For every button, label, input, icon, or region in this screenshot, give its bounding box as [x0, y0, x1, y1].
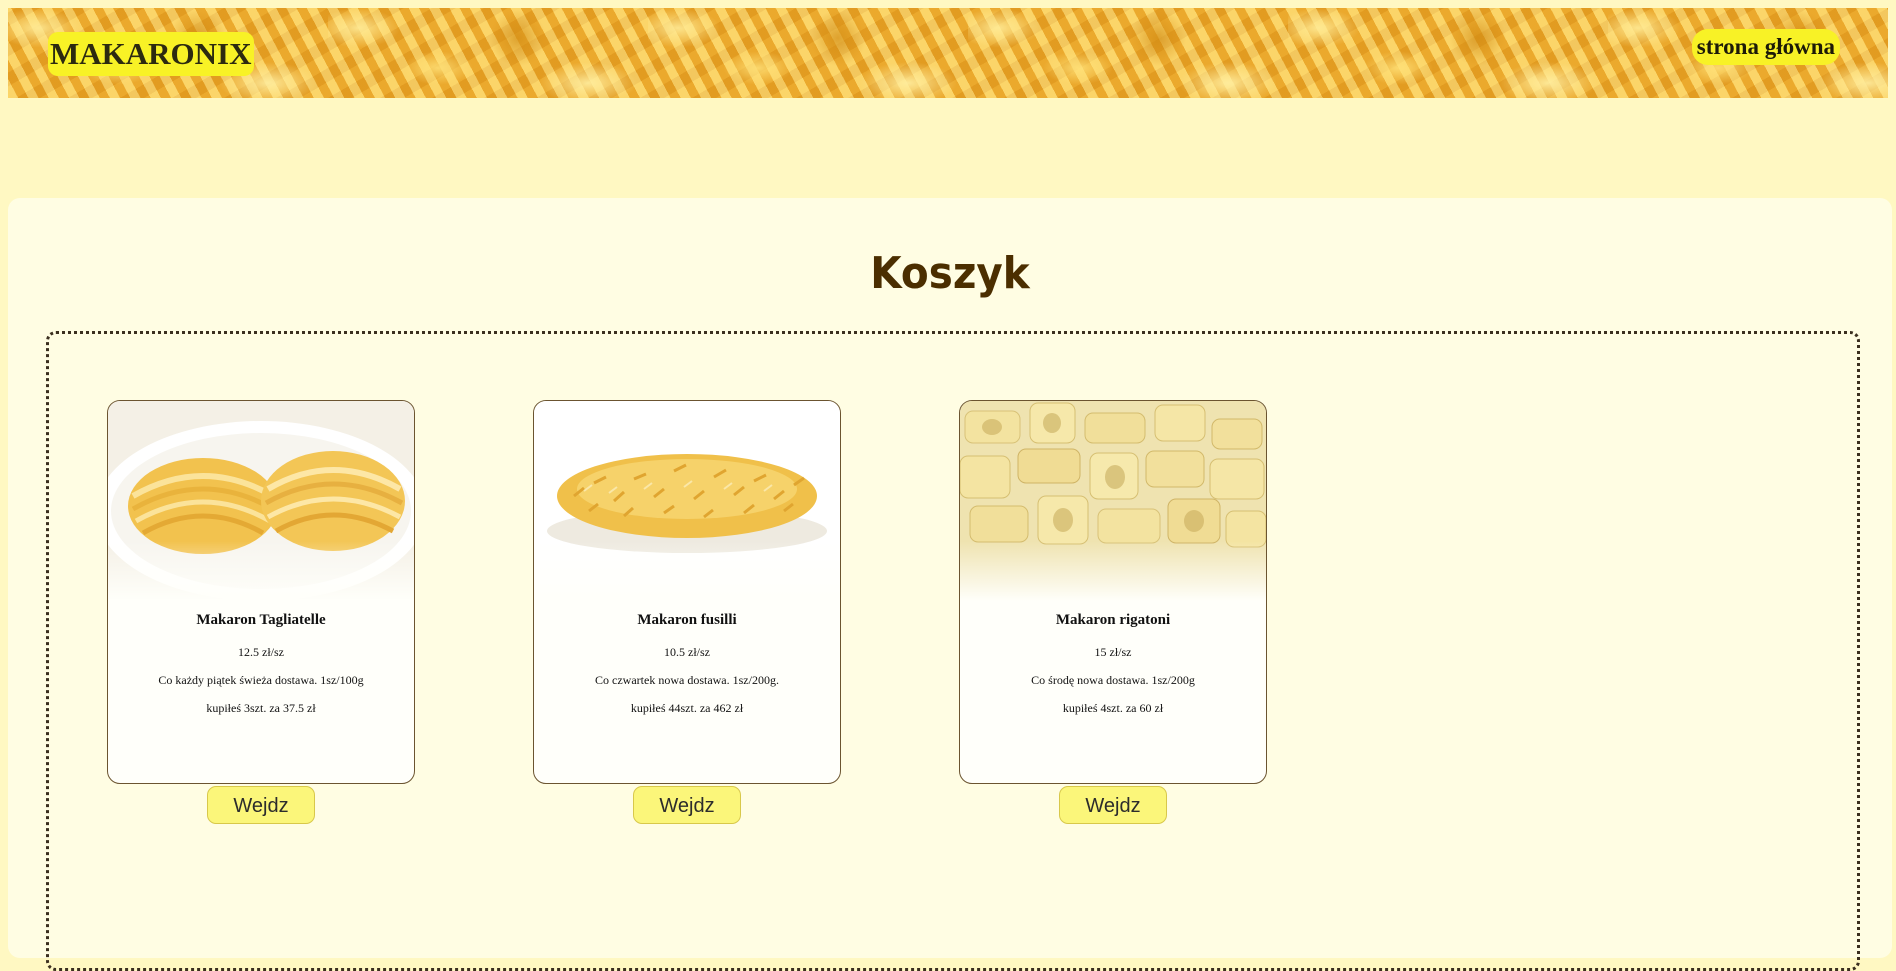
product-description: Co każdy piątek świeża dostawa. 1sz/100g: [158, 673, 364, 687]
tagliatelle-image: [108, 401, 414, 601]
product-price: 10.5 zł/sz: [664, 645, 710, 659]
product-price: 15 zł/sz: [1094, 645, 1132, 659]
product-card-fusilli: Makaron fusilli 10.5 zł/sz Co czwartek n…: [533, 400, 841, 784]
enter-button-rigatoni[interactable]: Wejdz: [1059, 786, 1167, 824]
product-name: Makaron fusilli: [637, 612, 737, 628]
product-card-tagliatelle: Makaron Tagliatelle 12.5 zł/sz Co każdy …: [107, 400, 415, 784]
enter-button-fusilli[interactable]: Wejdz: [633, 786, 741, 824]
purchase-summary: kupiłeś 4szt. za 60 zł: [1062, 701, 1164, 715]
page-title: Koszyk: [870, 248, 1030, 299]
home-link[interactable]: strona główna: [1691, 29, 1840, 65]
product-description: Co czwartek nowa dostawa. 1sz/200g.: [595, 673, 779, 687]
card-body: Makaron rigatoni 15 zł/sz Co środę nowa …: [960, 607, 1266, 716]
product-name: Makaron rigatoni: [1055, 612, 1171, 628]
product-description: Co środę nowa dostawa. 1sz/200g: [1031, 673, 1195, 687]
purchase-summary: kupiłeś 44szt. za 462 zł: [630, 701, 744, 715]
header-banner: MAKARONIX strona główna: [8, 8, 1888, 98]
product-card-rigatoni: Makaron rigatoni 15 zł/sz Co środę nowa …: [959, 400, 1267, 784]
product-name: Makaron Tagliatelle: [196, 612, 326, 628]
card-body: Makaron fusilli 10.5 zł/sz Co czwartek n…: [534, 607, 840, 716]
site-logo[interactable]: MAKARONIX: [48, 32, 254, 76]
purchase-summary: kupiłeś 3szt. za 37.5 zł: [206, 701, 316, 715]
enter-button-tagliatelle[interactable]: Wejdz: [207, 786, 315, 824]
rigatoni-image: [960, 401, 1266, 601]
fusilli-image: [534, 401, 840, 601]
card-body: Makaron Tagliatelle 12.5 zł/sz Co każdy …: [108, 607, 414, 716]
product-price: 12.5 zł/sz: [238, 645, 284, 659]
